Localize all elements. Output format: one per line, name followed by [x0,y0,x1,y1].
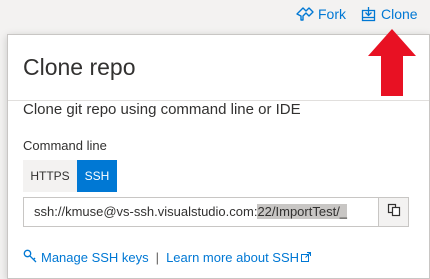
clone-url-plain: ssh://kmuse@vs-ssh.visualstudio.com: [34,204,258,219]
top-bar: Fork Clone [0,0,430,30]
fork-button[interactable]: Fork [296,4,346,24]
learn-more-ssh-label: Learn more about SSH [166,249,300,265]
copy-icon [387,203,401,222]
clone-icon [361,6,377,22]
clone-url-text[interactable]: ssh://kmuse@vs-ssh.visualstudio.com:22/I… [34,204,367,219]
tab-https[interactable]: HTTPS [23,160,77,192]
clone-url-field[interactable]: ssh://kmuse@vs-ssh.visualstudio.com:22/I… [23,197,409,227]
manage-ssh-keys-label: Manage SSH keys [41,249,149,265]
learn-more-ssh-link[interactable]: Learn more about SSH [166,250,314,265]
panel-subtitle: Clone git repo using command line or IDE [23,101,301,118]
command-line-label: Command line [23,138,107,153]
clone-url-selected: 22/ImportTest/_ [257,204,348,219]
clone-label: Clone [381,6,418,22]
copy-button[interactable] [378,198,408,226]
key-icon [23,249,41,266]
fork-label: Fork [318,6,346,22]
manage-ssh-keys-link[interactable]: Manage SSH keys [23,249,149,266]
tab-ssh[interactable]: SSH [77,160,117,192]
link-separator: | [155,249,160,265]
panel-title: Clone repo [23,54,136,80]
fork-icon [296,6,314,22]
red-arrow-annotation [367,28,417,103]
bottom-links: Manage SSH keys | Learn more about SSH [23,247,314,267]
protocol-tabs: HTTPS SSH [23,160,117,192]
clone-button[interactable]: Clone [361,4,418,24]
external-link-icon [301,250,314,265]
